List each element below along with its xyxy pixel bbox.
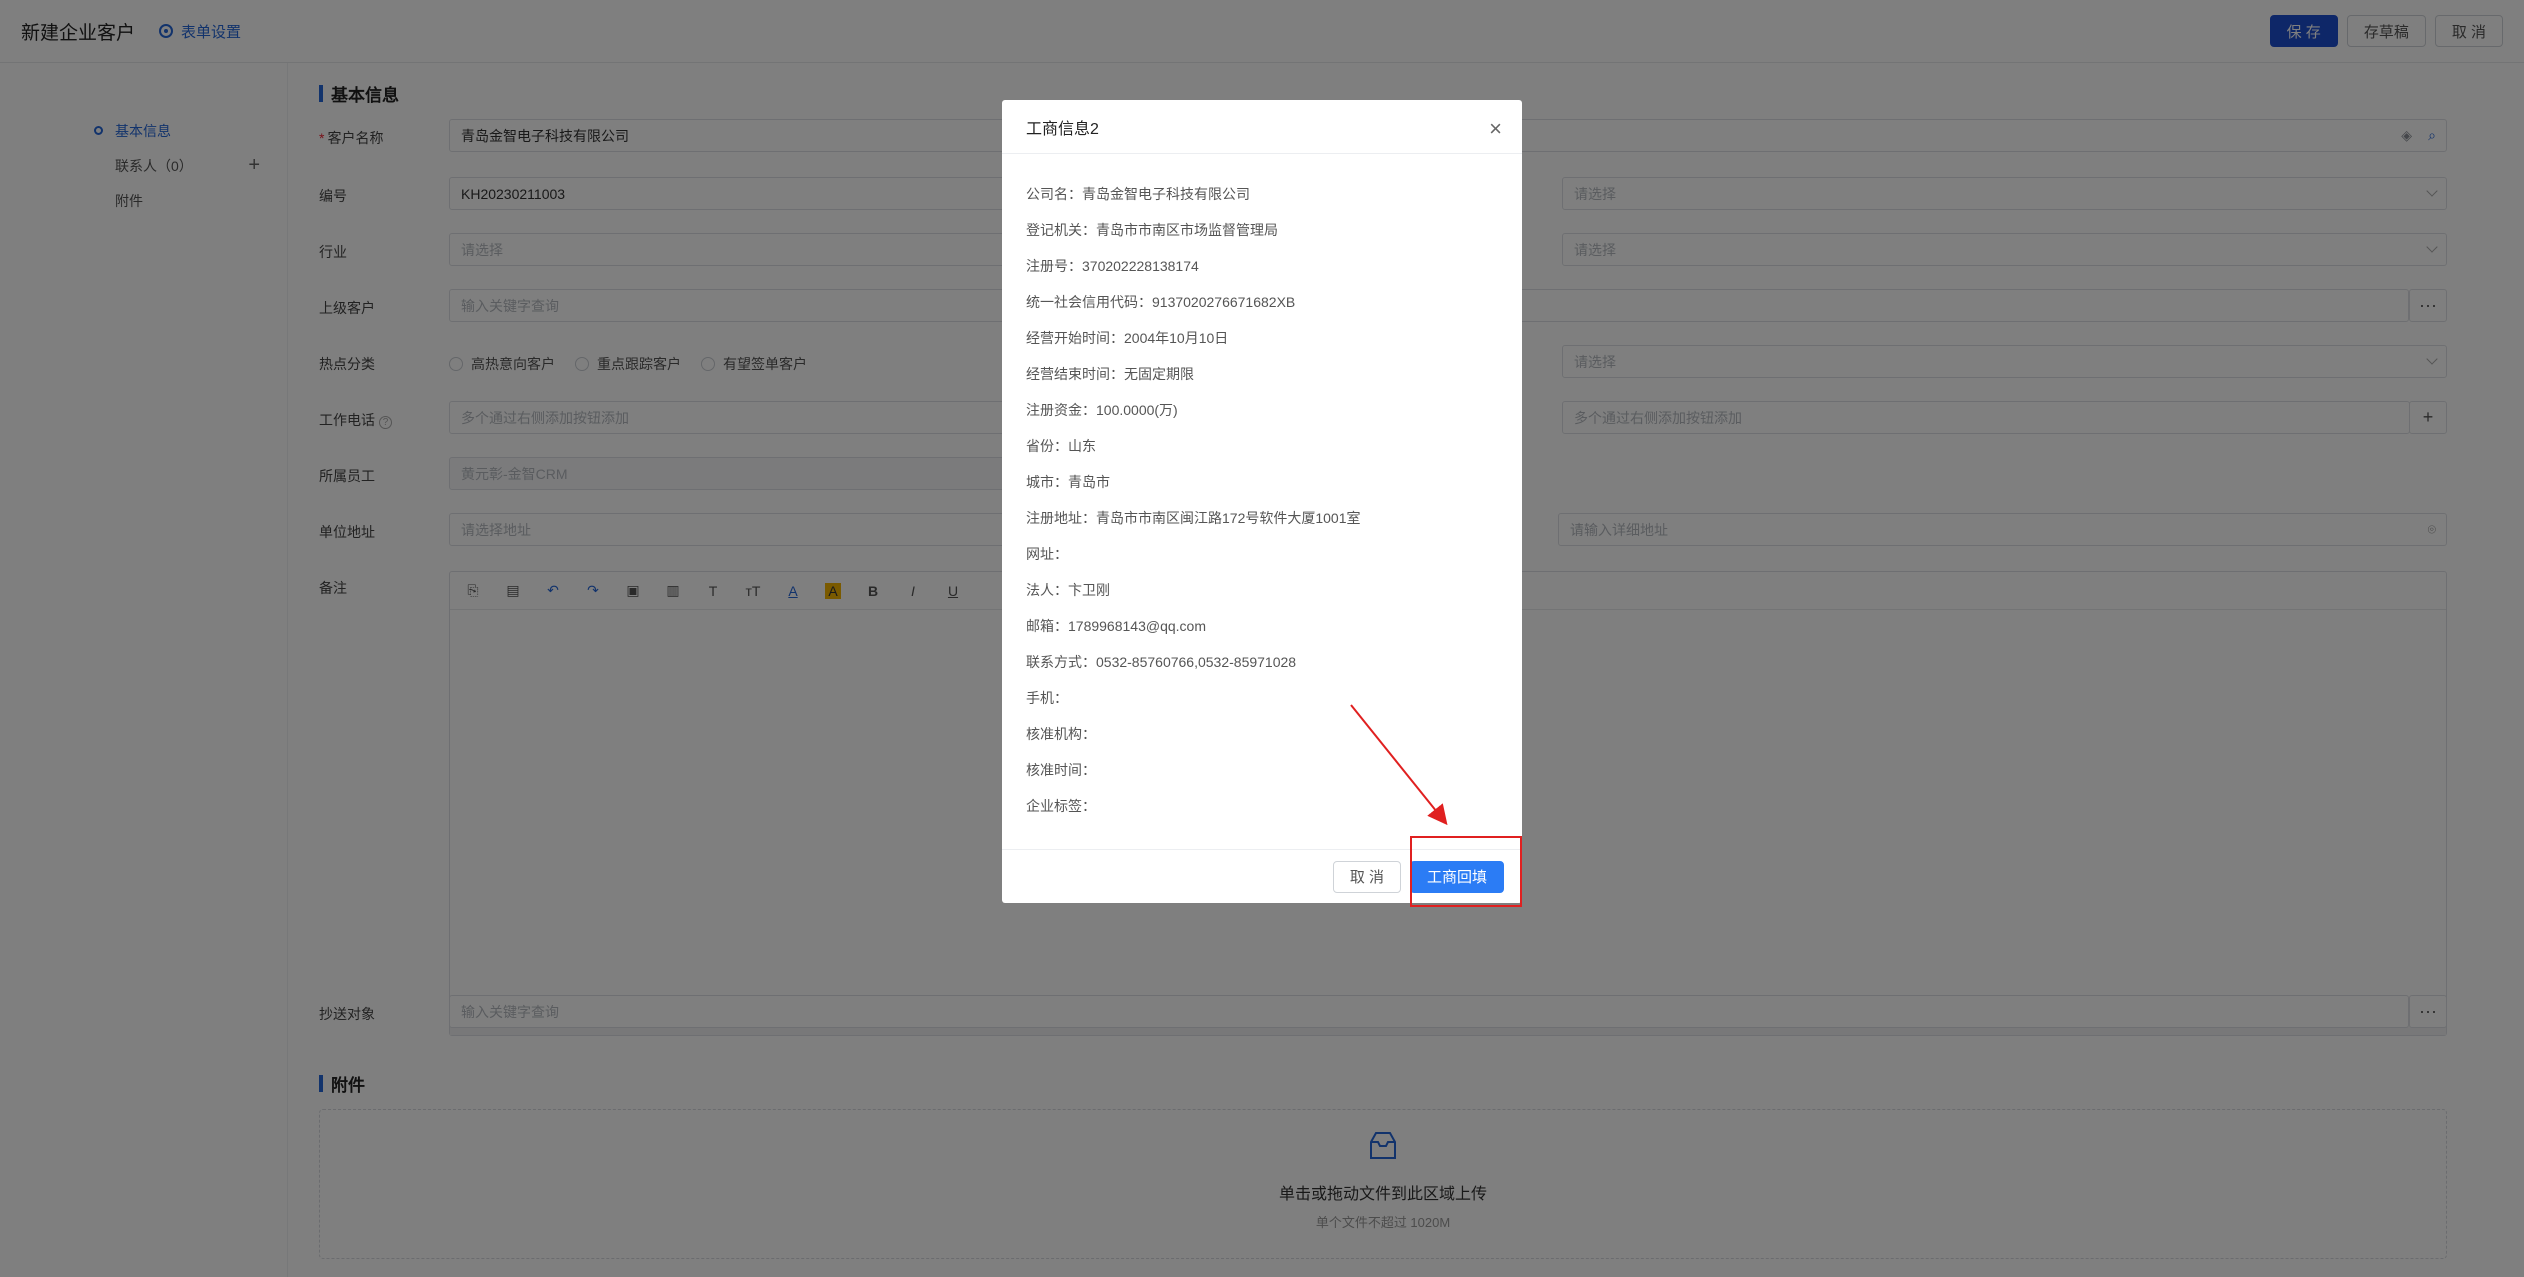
info-line: 注册地址：青岛市市南区闽江路172号软件大厦1001室 (1026, 510, 1361, 526)
modal-body: 公司名：青岛金智电子科技有限公司 登记机关：青岛市市南区市场监督管理局 注册号：… (1002, 154, 1522, 824)
info-line: 网址： (1026, 546, 1068, 562)
info-line: 经营开始时间：2004年10月10日 (1026, 330, 1229, 346)
info-line: 核准机构： (1026, 726, 1096, 742)
info-line: 邮箱：1789968143@qq.com (1026, 618, 1206, 634)
business-info-modal: 工商信息2 × 公司名：青岛金智电子科技有限公司 登记机关：青岛市市南区市场监督… (1002, 100, 1522, 903)
info-line: 注册号：370202228138174 (1026, 258, 1199, 274)
highlight-box (1410, 836, 1522, 907)
info-line: 联系方式：0532-85760766,0532-85971028 (1026, 654, 1297, 670)
info-line: 省份：山东 (1026, 438, 1096, 454)
close-icon[interactable]: × (1489, 116, 1502, 142)
info-line: 法人：卞卫刚 (1026, 582, 1110, 598)
modal-cancel-button[interactable]: 取 消 (1332, 860, 1401, 893)
info-line: 城市：青岛市 (1026, 474, 1110, 490)
info-line: 企业标签： (1026, 798, 1096, 814)
modal-title: 工商信息2 (1026, 120, 1099, 138)
modal-header: 工商信息2 (1002, 100, 1522, 154)
info-line: 手机： (1026, 690, 1068, 706)
info-line: 核准时间： (1026, 762, 1096, 778)
info-line: 统一社会信用代码：913702027667​1682XB (1026, 294, 1296, 310)
info-line: 公司名：青岛金智电子科技有限公司 (1026, 186, 1250, 202)
info-line: 登记机关：青岛市市南区市场监督管理局 (1026, 222, 1278, 238)
info-line: 注册资金：100.0000(万) (1026, 402, 1178, 418)
info-line: 经营结束时间：无固定期限 (1026, 366, 1194, 382)
